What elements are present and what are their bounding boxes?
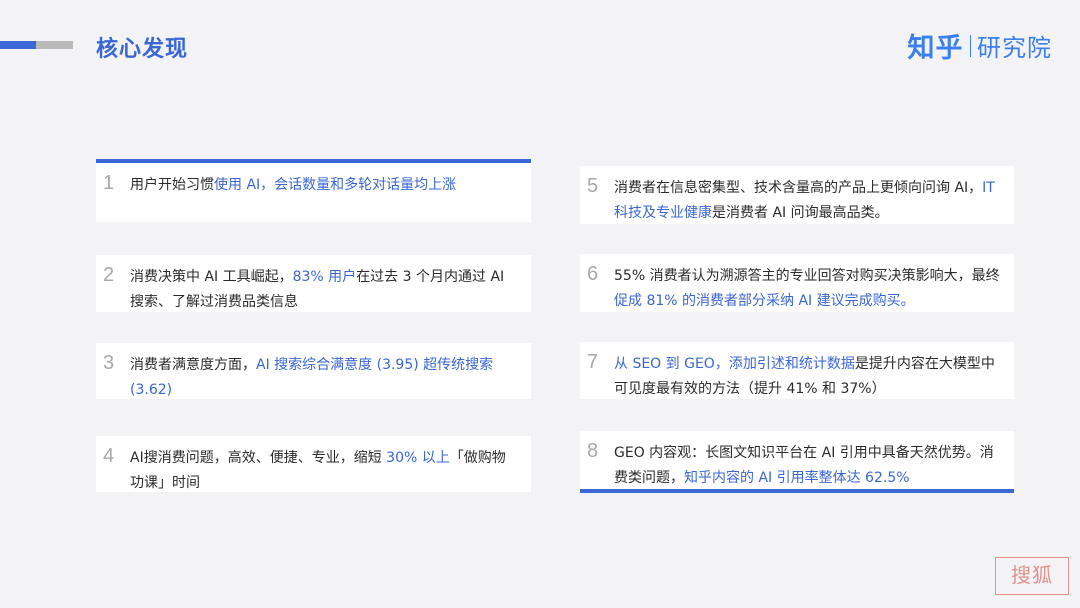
finding-card-2: 2 消费决策中 AI 工具崛起，83% 用户在过去 3 个月内通过 AI 搜索、…	[96, 255, 531, 312]
logo-divider	[969, 34, 971, 57]
body-text: 55% 消费者认为溯源答主的专业回答对购买决策影响大，最终	[614, 268, 1000, 284]
finding-number: 8	[587, 440, 599, 462]
body-text: 用户开始习惯	[130, 177, 214, 193]
finding-text: 从 SEO 到 GEO，添加引述和统计数据是提升内容在大模型中可见度最有效的方法…	[614, 352, 1000, 402]
finding-number: 1	[103, 172, 115, 194]
finding-text: 消费决策中 AI 工具崛起，83% 用户在过去 3 个月内通过 AI 搜索、了解…	[130, 265, 517, 315]
highlight-text: 83% 用户	[292, 269, 357, 285]
finding-number: 5	[587, 175, 599, 197]
body-text: 消费者在信息密集型、技术含量高的产品上更倾向问询 AI，	[614, 180, 983, 196]
logo-sub-text: 研究院	[977, 34, 1052, 62]
finding-card-5: 5 消费者在信息密集型、技术含量高的产品上更倾向问询 AI，IT 科技及专业健康…	[580, 166, 1014, 224]
finding-number: 6	[587, 263, 599, 285]
finding-card-6: 6 55% 消费者认为溯源答主的专业回答对购买决策影响大，最终促成 81% 的消…	[580, 254, 1014, 312]
logo-main-text: 知乎	[907, 33, 964, 64]
finding-card-7: 7 从 SEO 到 GEO，添加引述和统计数据是提升内容在大模型中可见度最有效的…	[580, 342, 1014, 399]
finding-number: 2	[103, 264, 115, 286]
highlight-text: 30% 以上	[386, 450, 450, 466]
body-text: 是消费者 AI 问询最高品类。	[712, 205, 889, 221]
body-text: 消费者满意度方面，	[130, 357, 256, 373]
finding-number: 3	[103, 352, 115, 374]
highlight-text: 知乎内容的 AI 引用率整体达 62.5%	[684, 470, 910, 486]
accent-bar-blue	[0, 41, 36, 49]
highlight-text: 促成 81% 的消费者部分采纳 AI 建议完成购买。	[614, 293, 915, 309]
finding-card-1: 1 用户开始习惯使用 AI，会话数量和多轮对话量均上涨	[96, 159, 531, 222]
finding-text: 55% 消费者认为溯源答主的专业回答对购买决策影响大，最终促成 81% 的消费者…	[614, 264, 1000, 314]
finding-text: GEO 内容观：长图文知识平台在 AI 引用中具备天然优势。消费类问题，知乎内容…	[614, 441, 1000, 491]
zhihu-research-logo: 知乎 研究院	[908, 26, 1053, 65]
finding-card-3: 3 消费者满意度方面，AI 搜索综合满意度 (3.95) 超传统搜索 (3.62…	[96, 343, 531, 399]
finding-text: AI搜消费问题，高效、便捷、专业，缩短 30% 以上「做购物功课」时间	[130, 446, 517, 496]
finding-text: 用户开始习惯使用 AI，会话数量和多轮对话量均上涨	[130, 173, 517, 198]
body-text: 消费决策中 AI 工具崛起，	[130, 269, 293, 285]
finding-text: 消费者在信息密集型、技术含量高的产品上更倾向问询 AI，IT 科技及专业健康是消…	[614, 176, 1000, 226]
accent-bar-gray	[36, 41, 73, 49]
finding-text: 消费者满意度方面，AI 搜索综合满意度 (3.95) 超传统搜索 (3.62)	[130, 353, 517, 403]
finding-number: 4	[103, 445, 115, 467]
body-text: AI搜消费问题，高效、便捷、专业，缩短	[130, 450, 387, 466]
watermark-stamp: 搜狐	[995, 557, 1069, 595]
page-title: 核心发现	[96, 37, 189, 62]
finding-number: 7	[587, 351, 599, 373]
highlight-text: 使用 AI，会话数量和多轮对话量均上涨	[214, 177, 457, 193]
finding-card-4: 4 AI搜消费问题，高效、便捷、专业，缩短 30% 以上「做购物功课」时间	[96, 436, 531, 492]
highlight-text: 从 SEO 到 GEO，添加引述和统计数据	[614, 356, 855, 372]
finding-card-8: 8 GEO 内容观：长图文知识平台在 AI 引用中具备天然优势。消费类问题，知乎…	[580, 431, 1014, 493]
